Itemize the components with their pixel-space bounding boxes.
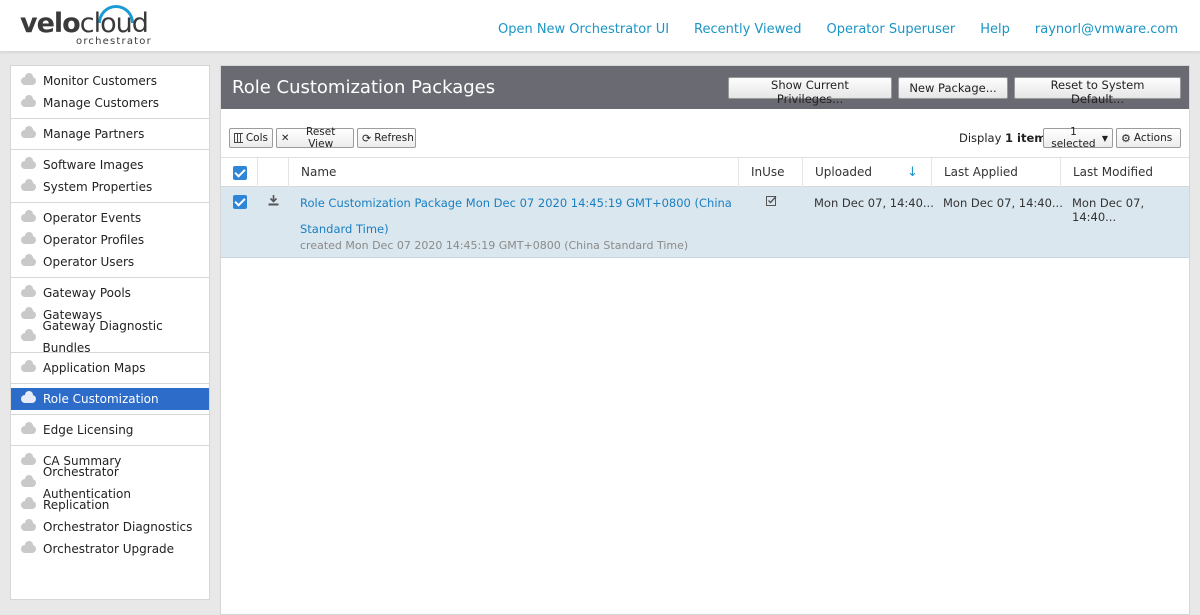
sidebar-item-orchestrator-diagnostics[interactable]: Orchestrator Diagnostics <box>11 516 209 538</box>
cloud-icon <box>21 254 36 266</box>
table-header: Name InUse Uploaded ↓ Last Applied Last … <box>221 157 1189 187</box>
header-last-applied[interactable]: Last Applied <box>931 158 1060 187</box>
sidebar-item-manage-customers[interactable]: Manage Customers <box>11 92 209 114</box>
sidebar-item-operator-users[interactable]: Operator Users <box>11 251 209 273</box>
reset-view-button[interactable]: ✕ Reset View <box>276 126 354 150</box>
sidebar-nav: Monitor Customers Manage Customers Manag… <box>10 65 210 600</box>
top-header: velocloud orchestrator Open New Orchestr… <box>0 0 1200 52</box>
sidebar-item-operator-events[interactable]: Operator Events <box>11 207 209 229</box>
sidebar-item-orchestrator-upgrade[interactable]: Orchestrator Upgrade <box>11 538 209 560</box>
last-applied-value: Mon Dec 07, 14:40... <box>943 196 1063 210</box>
nav-group: Operator Events Operator Profiles Operat… <box>11 203 209 278</box>
cloud-icon <box>21 497 36 509</box>
package-name-link[interactable]: Role Customization Package Mon Dec 07 20… <box>300 196 732 210</box>
header-last-modified[interactable]: Last Modified <box>1060 158 1189 187</box>
open-new-orchestrator-link[interactable]: Open New Orchestrator UI <box>498 22 669 37</box>
package-name-link-line2[interactable]: Standard Time) <box>300 222 389 236</box>
refresh-icon: ⟳ <box>362 131 372 145</box>
display-count: Display 1 items <box>959 131 1054 145</box>
nav-group: CA Summary Orchestrator Authentication R… <box>11 446 209 564</box>
cloud-icon <box>21 179 36 191</box>
logo-subtitle: orchestrator <box>76 36 152 47</box>
caret-down-icon: ▼ <box>1101 133 1108 143</box>
cloud-icon <box>21 210 36 222</box>
sidebar-item-gateway-pools[interactable]: Gateway Pools <box>11 282 209 304</box>
cloud-icon <box>21 329 36 341</box>
last-modified-value: Mon Dec 07, 14:40... <box>1072 196 1145 224</box>
select-all-checkbox[interactable] <box>233 166 247 180</box>
cloud-icon <box>21 453 36 465</box>
reset-to-system-default-button[interactable]: Reset to System Default... <box>1014 77 1181 106</box>
sidebar-item-application-maps[interactable]: Application Maps <box>11 357 209 379</box>
header-uploaded[interactable]: Uploaded ↓ <box>802 158 931 187</box>
logo-text-cloud: cloud <box>79 8 149 39</box>
cloud-icon <box>21 541 36 553</box>
header-name[interactable]: Name <box>288 158 738 187</box>
gears-icon: ⚙ <box>1121 131 1131 145</box>
nav-group: Edge Licensing <box>11 415 209 446</box>
sidebar-item-monitor-customers[interactable]: Monitor Customers <box>11 70 209 92</box>
cloud-icon <box>21 285 36 297</box>
user-email-link[interactable]: raynorl@vmware.com <box>1035 22 1178 37</box>
nav-group: Role Customization <box>11 384 209 415</box>
refresh-button[interactable]: ⟳ Refresh <box>357 128 416 148</box>
show-current-privileges-button[interactable]: Show Current Privileges... <box>728 77 892 106</box>
sidebar-item-operator-profiles[interactable]: Operator Profiles <box>11 229 209 251</box>
selected-dropdown[interactable]: 1 selected ▼ <box>1043 126 1113 150</box>
uploaded-value: Mon Dec 07, 14:40... <box>814 196 934 210</box>
velocloud-logo[interactable]: velocloud orchestrator <box>20 5 160 48</box>
help-link[interactable]: Help <box>980 22 1010 37</box>
package-created-text: created Mon Dec 07 2020 14:45:19 GMT+080… <box>300 239 689 252</box>
sidebar-item-gateway-diagnostic-bundles[interactable]: Gateway Diagnostic Bundles <box>11 319 209 355</box>
top-links: Open New Orchestrator UI Recently Viewed… <box>498 22 1178 37</box>
recently-viewed-link[interactable]: Recently Viewed <box>694 22 801 37</box>
actions-button[interactable]: ⚙ Actions <box>1116 128 1181 148</box>
nav-group: Software Images System Properties <box>11 150 209 203</box>
nav-group: Monitor Customers Manage Customers <box>11 66 209 119</box>
cloud-icon <box>21 157 36 169</box>
operator-superuser-link[interactable]: Operator Superuser <box>827 22 956 37</box>
cloud-icon <box>21 391 36 403</box>
cols-button[interactable]: Cols <box>229 128 273 148</box>
logo-text-velo: velo <box>20 8 81 39</box>
header-download-col <box>257 158 289 187</box>
sidebar-item-system-properties[interactable]: System Properties <box>11 176 209 198</box>
columns-icon <box>234 133 243 143</box>
sidebar-item-role-customization[interactable]: Role Customization <box>11 388 209 410</box>
grid-toolbar: Cols ✕ Reset View ⟳ Refresh Display 1 it… <box>221 121 1189 157</box>
sidebar-item-software-images[interactable]: Software Images <box>11 154 209 176</box>
sidebar-item-manage-partners[interactable]: Manage Partners <box>11 123 209 145</box>
sort-desc-icon: ↓ <box>907 165 918 180</box>
cloud-icon <box>21 519 36 531</box>
cloud-icon <box>21 232 36 244</box>
cloud-icon <box>21 95 36 107</box>
close-icon: ✕ <box>281 132 290 144</box>
inuse-check-icon <box>766 195 777 209</box>
cloud-icon <box>21 422 36 434</box>
cloud-icon <box>21 307 36 319</box>
page-title: Role Customization Packages <box>232 77 496 98</box>
cloud-icon <box>21 360 36 372</box>
sidebar-item-orchestrator-authentication[interactable]: Orchestrator Authentication <box>11 465 209 501</box>
panel-titlebar: Role Customization Packages Show Current… <box>221 66 1189 109</box>
new-package-button[interactable]: New Package... <box>898 77 1008 99</box>
sidebar-item-edge-licensing[interactable]: Edge Licensing <box>11 419 209 441</box>
nav-group: Manage Partners <box>11 119 209 150</box>
download-icon[interactable] <box>268 195 279 209</box>
cloud-icon <box>21 73 36 85</box>
header-inuse[interactable]: InUse <box>738 158 802 187</box>
main-panel: Role Customization Packages Show Current… <box>220 65 1190 615</box>
cloud-icon <box>21 126 36 138</box>
nav-group: Gateway Pools Gateways Gateway Diagnosti… <box>11 278 209 355</box>
cloud-icon <box>21 475 36 487</box>
row-checkbox[interactable] <box>233 195 247 209</box>
table-row[interactable]: Role Customization Package Mon Dec 07 20… <box>221 187 1189 258</box>
